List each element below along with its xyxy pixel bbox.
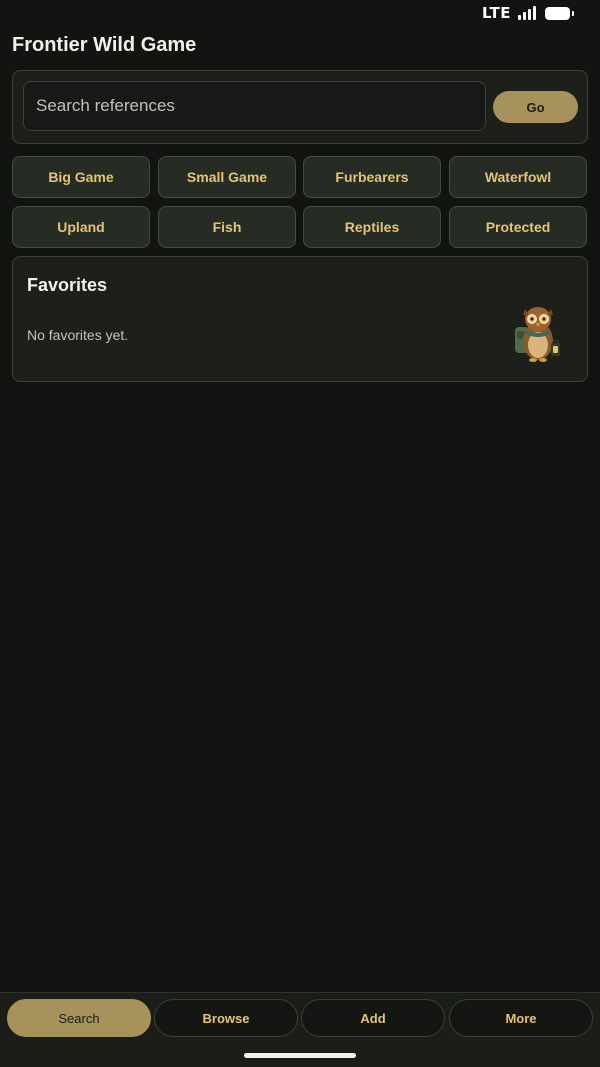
favorites-card: Favorites No favorites yet. [12,256,588,382]
nav-search-button[interactable]: Search [7,999,151,1037]
nav-add-button[interactable]: Add [301,999,445,1037]
status-bar: LTE [0,0,600,26]
category-fish[interactable]: Fish [158,206,296,248]
favorites-empty-message: No favorites yet. [27,327,129,343]
nav-browse-button[interactable]: Browse [154,999,298,1037]
category-furbearers[interactable]: Furbearers [303,156,441,198]
category-protected[interactable]: Protected [449,206,587,248]
nav-more-button[interactable]: More [449,999,593,1037]
favorites-title: Favorites [27,275,108,295]
category-small-game[interactable]: Small Game [158,156,296,198]
battery-icon [545,6,574,20]
search-panel: Go [12,70,588,144]
search-input[interactable] [23,81,486,131]
home-indicator[interactable] [244,1053,356,1058]
category-reptiles[interactable]: Reptiles [303,206,441,248]
signal-strength-icon [518,6,536,20]
category-waterfowl[interactable]: Waterfowl [449,156,587,198]
app-screen: LTE Frontier Wild Game Go Big Game Small… [0,0,600,1067]
category-big-game[interactable]: Big Game [12,156,150,198]
page-title: Frontier Wild Game [12,34,197,56]
network-type-label: LTE [481,4,511,22]
bottom-navigation: Search Browse Add More [0,992,600,1067]
status-icons: LTE [481,4,574,22]
category-upland[interactable]: Upland [12,206,150,248]
go-button[interactable]: Go [493,91,578,123]
owl-explorer-icon [515,307,560,362]
